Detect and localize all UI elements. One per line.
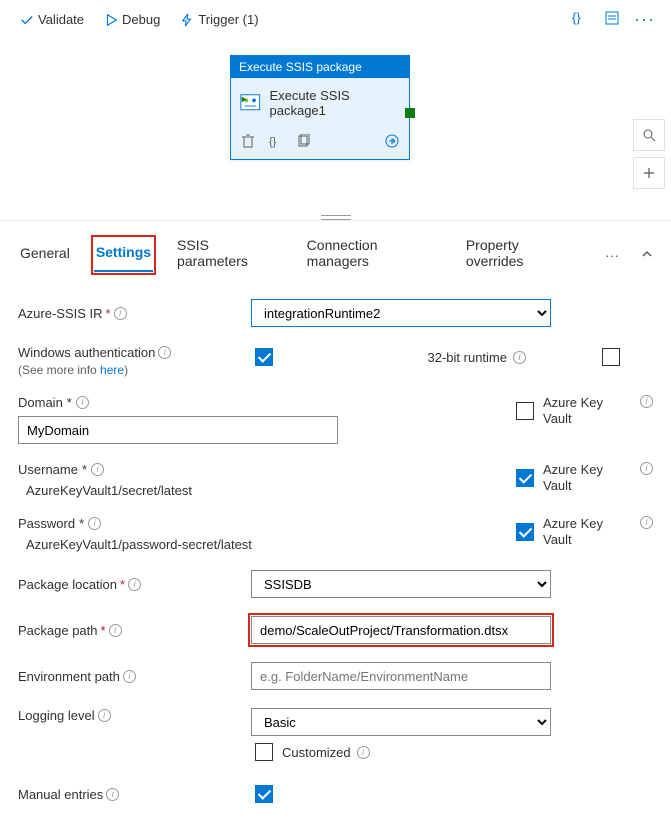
package-location-label: Package location: [18, 577, 117, 592]
svg-text:{}: {}: [269, 136, 277, 148]
environment-path-label: Environment path: [18, 669, 120, 684]
braces-icon[interactable]: {}: [269, 134, 283, 151]
username-akv-checkbox[interactable]: [516, 469, 534, 487]
info-icon[interactable]: [128, 578, 141, 591]
node-title: Execute SSIS package1: [270, 88, 401, 118]
windows-auth-subtext: (See more info here): [18, 363, 243, 377]
tab-bar: General Settings SSIS parameters Connect…: [0, 220, 671, 279]
chevron-up-icon: [641, 248, 653, 260]
code-icon[interactable]: [598, 6, 626, 33]
top-toolbar: Validate Debug Trigger (1) {} ···: [0, 0, 671, 39]
username-value: AzureKeyVault1/secret/latest: [18, 483, 504, 498]
akv-label: Azure Key Vault: [543, 516, 632, 547]
braces-icon[interactable]: {}: [566, 6, 594, 33]
copy-icon[interactable]: [297, 134, 311, 151]
password-label: Password: [18, 516, 75, 531]
tab-connection-managers[interactable]: Connection managers: [305, 231, 442, 279]
package-path-input[interactable]: [251, 616, 551, 644]
info-icon[interactable]: [106, 788, 119, 801]
play-icon: [104, 13, 118, 27]
info-icon[interactable]: [76, 396, 89, 409]
tab-property-overrides[interactable]: Property overrides: [464, 231, 579, 279]
delete-icon[interactable]: [241, 134, 255, 151]
domain-akv-checkbox[interactable]: [516, 402, 534, 420]
tabs-overflow[interactable]: ···: [601, 247, 619, 263]
username-label: Username: [18, 462, 78, 477]
password-akv-checkbox[interactable]: [516, 523, 534, 541]
info-icon[interactable]: [357, 746, 370, 759]
settings-form: Azure-SSIS IR * integrationRuntime2 Wind…: [0, 279, 671, 834]
node-actions: {}: [231, 128, 409, 159]
domain-label: Domain: [18, 395, 63, 410]
node-header: Execute SSIS package: [231, 56, 409, 78]
canvas-side-rail: [633, 119, 665, 189]
info-icon[interactable]: [98, 709, 111, 722]
environment-path-input[interactable]: [251, 662, 551, 690]
tab-ssis-parameters[interactable]: SSIS parameters: [175, 231, 283, 279]
akv-label: Azure Key Vault: [543, 462, 632, 493]
domain-input[interactable]: [18, 416, 338, 444]
logging-level-label: Logging level: [18, 708, 95, 723]
node-output-connector[interactable]: [405, 108, 415, 118]
package-path-label: Package path: [18, 623, 98, 638]
pipeline-canvas: Execute SSIS package Execute SSIS packag…: [0, 39, 671, 214]
info-icon[interactable]: [640, 395, 653, 408]
svg-text:{}: {}: [572, 10, 581, 25]
info-icon[interactable]: [640, 516, 653, 529]
collapse-panel-button[interactable]: [641, 247, 653, 263]
tab-settings[interactable]: Settings: [94, 238, 153, 272]
logging-customized-checkbox[interactable]: [255, 743, 273, 761]
azure-ssis-ir-label: Azure-SSIS IR: [18, 306, 103, 321]
info-icon[interactable]: [513, 351, 526, 364]
logging-customized-label: Customized: [282, 745, 351, 760]
windows-auth-label: Windows authentication: [18, 345, 155, 360]
validate-label: Validate: [38, 12, 84, 27]
ssis-package-icon: [239, 91, 262, 115]
debug-button[interactable]: Debug: [96, 8, 168, 31]
validate-button[interactable]: Validate: [12, 8, 92, 31]
search-icon[interactable]: [633, 119, 665, 151]
package-location-select[interactable]: SSISDB: [251, 570, 551, 598]
info-icon[interactable]: [640, 462, 653, 475]
trigger-button[interactable]: Trigger (1): [172, 8, 266, 31]
add-icon[interactable]: [633, 157, 665, 189]
info-icon[interactable]: [88, 517, 101, 530]
manual-entries-checkbox[interactable]: [255, 785, 273, 803]
info-icon[interactable]: [123, 670, 136, 683]
trigger-label: Trigger (1): [198, 12, 258, 27]
activity-node[interactable]: Execute SSIS package Execute SSIS packag…: [230, 55, 410, 160]
lightning-icon: [180, 13, 194, 27]
manual-entries-label: Manual entries: [18, 787, 103, 802]
tab-general[interactable]: General: [18, 239, 72, 271]
logging-level-select[interactable]: Basic: [251, 708, 551, 736]
runtime32-checkbox[interactable]: [602, 348, 620, 366]
overflow-menu[interactable]: ···: [630, 9, 659, 30]
debug-label: Debug: [122, 12, 160, 27]
check-icon: [20, 13, 34, 27]
runtime32-label: 32-bit runtime: [428, 350, 507, 365]
password-value: AzureKeyVault1/password-secret/latest: [18, 537, 504, 552]
info-icon[interactable]: [114, 307, 127, 320]
info-icon[interactable]: [158, 346, 171, 359]
info-icon[interactable]: [109, 624, 122, 637]
akv-label: Azure Key Vault: [543, 395, 632, 426]
azure-ssis-ir-select[interactable]: integrationRuntime2: [251, 299, 551, 327]
run-arrow-icon[interactable]: [385, 134, 399, 151]
windows-auth-checkbox[interactable]: [255, 348, 273, 366]
info-icon[interactable]: [91, 463, 104, 476]
see-more-info-link[interactable]: here: [100, 363, 124, 377]
node-body: Execute SSIS package1: [231, 78, 409, 128]
